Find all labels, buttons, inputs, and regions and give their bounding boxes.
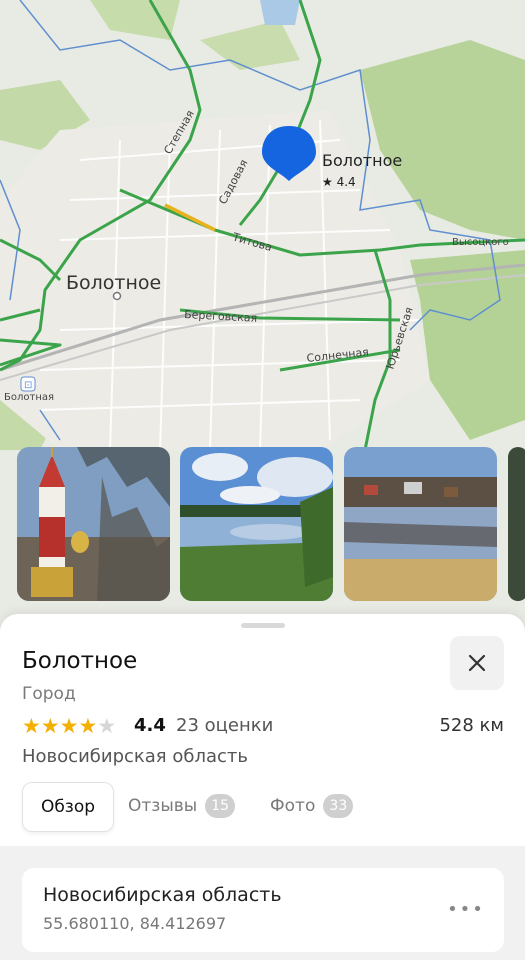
address-title: Новосибирская область bbox=[43, 884, 282, 906]
rating-value: 4.4 bbox=[134, 715, 166, 736]
star-icon: ★ bbox=[40, 714, 60, 738]
more-options-button[interactable]: ••• bbox=[446, 894, 486, 924]
coordinates[interactable]: 55.680110, 84.412697 bbox=[43, 914, 226, 933]
pin-rating: ★ 4.4 bbox=[322, 175, 356, 189]
star-icon: ★ bbox=[78, 714, 98, 738]
photo-partial[interactable] bbox=[508, 447, 525, 601]
sheet-drag-handle[interactable] bbox=[241, 623, 285, 628]
star-icon: ★ bbox=[59, 714, 79, 738]
photo-church[interactable] bbox=[17, 447, 170, 601]
photo-village[interactable] bbox=[344, 447, 497, 601]
svg-text:⊡: ⊡ bbox=[24, 380, 32, 391]
place-category: Город bbox=[22, 684, 76, 704]
rating-row: ★★★★★ 4.4 23 оценки 528 км bbox=[22, 714, 504, 740]
close-button[interactable] bbox=[450, 636, 504, 690]
close-icon bbox=[468, 654, 486, 672]
photo-carousel[interactable] bbox=[0, 447, 525, 607]
rating-count[interactable]: 23 оценки bbox=[176, 715, 273, 736]
address-card[interactable]: Новосибирская область 55.680110, 84.4126… bbox=[22, 868, 504, 952]
reviews-count-badge: 15 bbox=[205, 794, 236, 818]
tab-photos-label: Фото bbox=[270, 796, 316, 816]
pin-title[interactable]: Болотное bbox=[322, 151, 402, 170]
svg-text:Высоцкого: Высоцкого bbox=[452, 237, 509, 248]
tab-reviews-label: Отзывы bbox=[128, 796, 198, 816]
star-empty-icon: ★ bbox=[97, 714, 117, 738]
city-map-label: Болотное bbox=[66, 272, 162, 294]
svg-text:Болотная: Болотная bbox=[4, 392, 54, 403]
tab-reviews[interactable]: Отзывы 15 bbox=[128, 782, 236, 830]
tab-photos[interactable]: Фото 33 bbox=[270, 782, 354, 830]
star-icon: ★ bbox=[22, 714, 41, 738]
tab-overview[interactable]: Обзор bbox=[22, 782, 114, 832]
place-card-sheet: Болотное Город ★★★★★ 4.4 23 оценки 528 к… bbox=[0, 614, 525, 960]
place-title: Болотное bbox=[22, 648, 138, 674]
tabs: Обзор Отзывы 15 Фото 33 bbox=[22, 782, 482, 832]
rating-stars: ★★★★★ bbox=[22, 714, 116, 738]
tab-overview-label: Обзор bbox=[40, 797, 96, 817]
place-region: Новосибирская область bbox=[22, 746, 248, 767]
photo-lake[interactable] bbox=[180, 447, 333, 601]
distance: 528 км bbox=[439, 715, 504, 736]
more-dots-icon: ••• bbox=[447, 898, 485, 920]
photos-count-badge: 33 bbox=[323, 794, 354, 818]
